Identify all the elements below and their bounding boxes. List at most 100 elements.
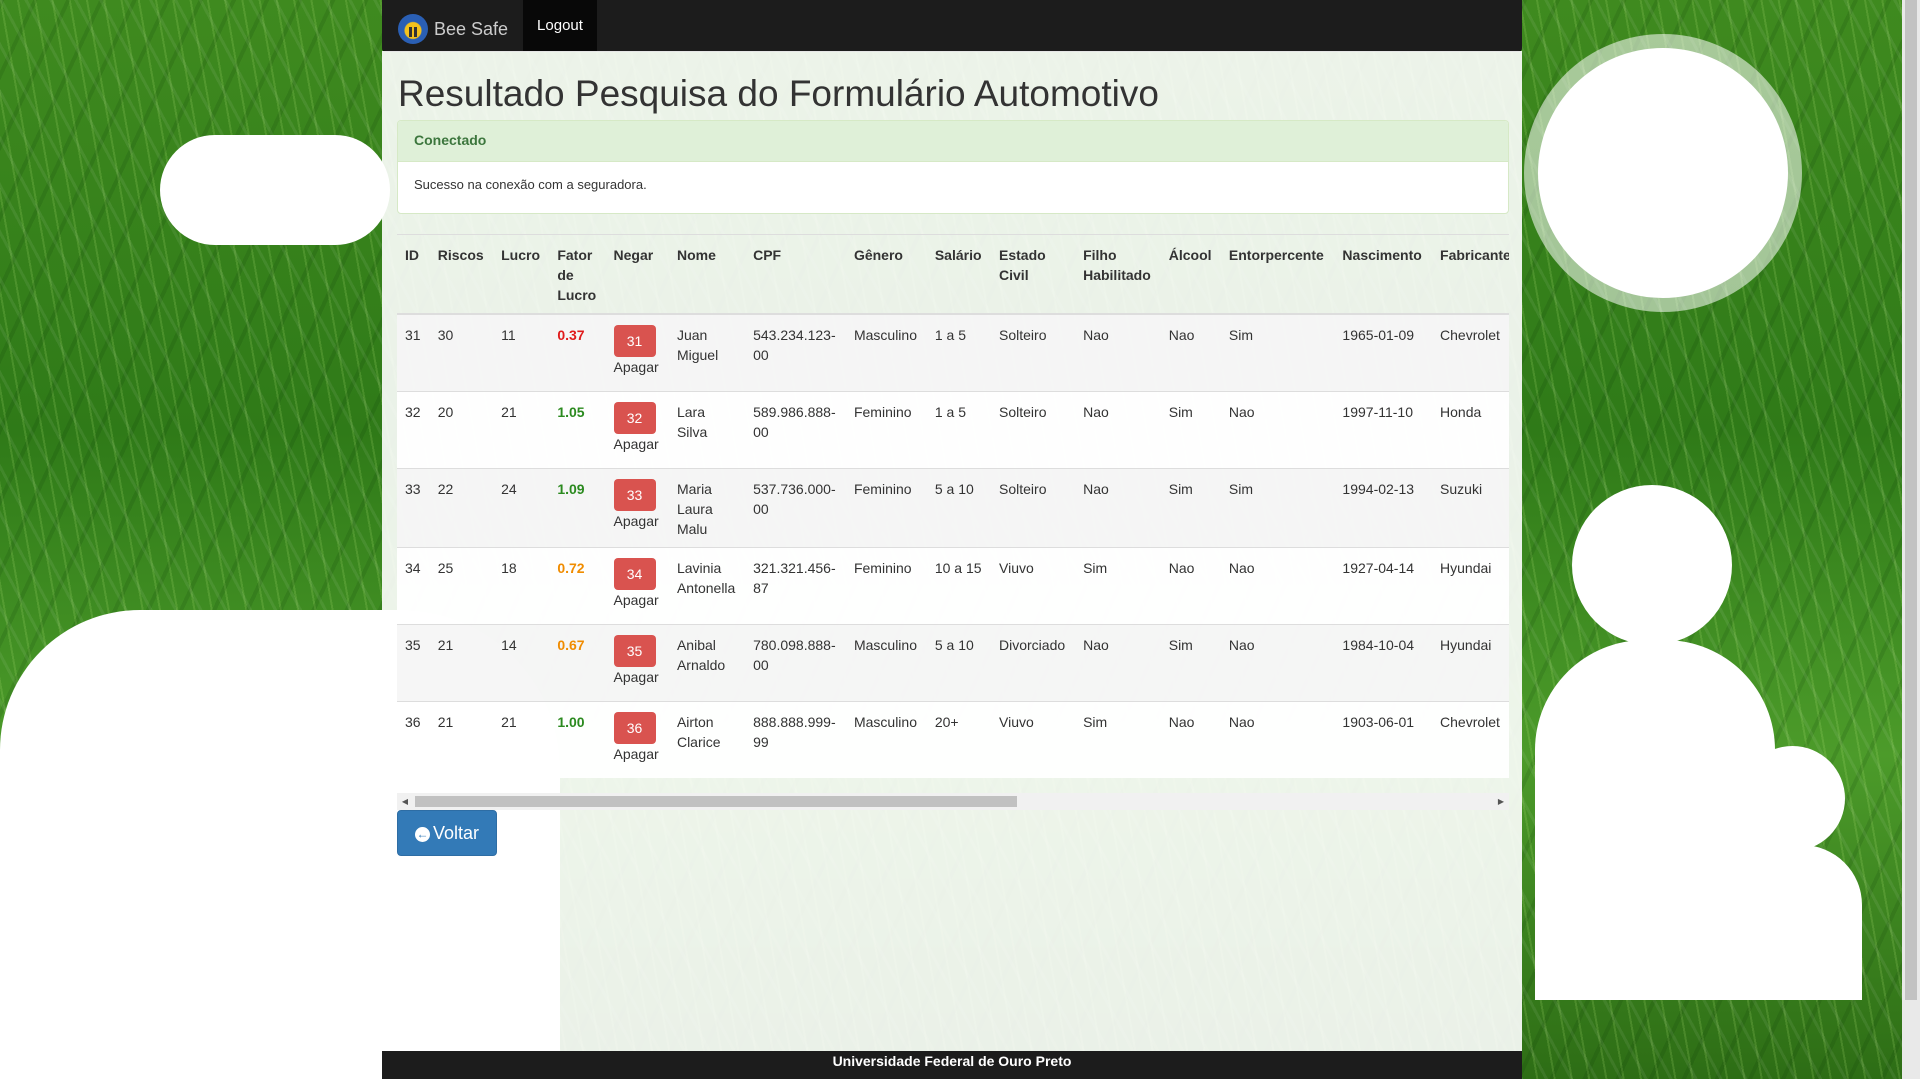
cell-filho: Nao (1075, 467, 1161, 547)
cell-fator: 1.09 (549, 467, 606, 547)
cell-id: 35 (397, 623, 430, 701)
cell-alcool: Sim (1160, 623, 1221, 701)
negar-button[interactable]: 36 (613, 711, 656, 744)
cell-riscos: 21 (429, 623, 494, 701)
scroll-right-arrow-icon[interactable]: ▶ (1493, 793, 1509, 810)
cell-salario: 5 a 10 (926, 623, 992, 701)
negar-button[interactable]: 34 (613, 557, 656, 590)
cell-genero: Masculino (845, 623, 927, 701)
table-horizontal-scrollbar-thumb[interactable] (415, 796, 1017, 807)
cell-entorpercente: Sim (1220, 467, 1335, 547)
cell-fabricante: Hyundai (1432, 623, 1509, 701)
cell-estado-civil: Viuvo (991, 546, 1076, 624)
cell-cpf: 780.098.888-00 (745, 623, 846, 701)
column-header: Fator de Lucro (549, 234, 606, 315)
cloud-shape (160, 135, 390, 245)
cell-filho: Sim (1075, 700, 1161, 778)
cell-nome: Anibal Arnaldo (668, 623, 746, 701)
connection-panel-heading: Conectado (398, 121, 1508, 162)
cell-negar: 34 Apagar (605, 546, 669, 624)
sun-shape (1538, 48, 1788, 298)
table-horizontal-scrollbar[interactable]: ◀ ▶ (397, 793, 1509, 810)
cell-fabricante: Honda (1432, 390, 1509, 468)
cell-negar: 35 Apagar (605, 623, 669, 701)
cell-cpf: 543.234.123-00 (745, 313, 846, 391)
cell-lucro: 21 (493, 390, 550, 468)
cell-lucro: 24 (493, 467, 550, 547)
column-header: Salário (926, 234, 992, 315)
cell-id: 33 (397, 467, 430, 547)
cell-nome: Lavinia Antonella (668, 546, 746, 624)
cell-fator: 0.72 (549, 546, 606, 624)
cell-fabricante: Chevrolet (1432, 700, 1509, 778)
voltar-button[interactable]: ← Voltar (397, 810, 497, 856)
family-silhouette-child-head (1740, 746, 1845, 851)
cell-genero: Masculino (845, 700, 927, 778)
page-vertical-scrollbar-thumb[interactable] (1905, 0, 1917, 1000)
table-row: 31 30 11 0.37 31 Apagar Juan Miguel 543.234.123… (397, 313, 1509, 391)
cell-fator: 0.67 (549, 623, 606, 701)
apagar-label: Apagar (613, 668, 659, 685)
results-table: ID Riscos Lucro Fator de Lucro Negar Nome CPF G… (397, 234, 1509, 778)
negar-button[interactable]: 35 (613, 634, 656, 667)
cell-negar: 36 Apagar (605, 700, 669, 778)
cell-negar: 33 Apagar (605, 467, 669, 547)
cell-entorpercente: Nao (1220, 390, 1335, 468)
cell-genero: Feminino (845, 467, 927, 547)
cell-cpf: 321.321.456-87 (745, 546, 846, 624)
logout-link[interactable]: Logout (523, 0, 597, 51)
cell-entorpercente: Nao (1220, 623, 1335, 701)
apagar-label: Apagar (613, 359, 659, 375)
cell-nascimento: 1965-01-09 (1334, 313, 1433, 391)
cell-nascimento: 1997-11-10 (1334, 390, 1433, 468)
negar-button[interactable]: 32 (613, 401, 656, 434)
apagar-label: Apagar (613, 512, 659, 529)
column-header: Nascimento (1334, 234, 1433, 315)
cell-fator: 1.00 (549, 700, 606, 778)
table-row: 33 22 24 1.09 33 Apagar Maria Laura Malu 537.73… (397, 467, 1509, 547)
cell-entorpercente: Nao (1220, 546, 1335, 624)
column-header: Fabricante (1432, 234, 1509, 315)
cell-riscos: 21 (429, 700, 494, 778)
cell-lucro: 21 (493, 700, 550, 778)
connection-panel: Conectado Sucesso na conexão com a segur… (397, 120, 1509, 214)
column-header: CPF (745, 234, 846, 315)
results-table-container: ID Riscos Lucro Fator de Lucro Negar Nome CPF G… (397, 234, 1509, 810)
cell-alcool: Sim (1160, 390, 1221, 468)
column-header: Nome (668, 234, 746, 315)
cell-nome: Airton Clarice (668, 700, 746, 778)
column-header: Filho Habilitado (1075, 234, 1161, 315)
column-header: Negar (605, 234, 669, 315)
brand[interactable]: Bee Safe (398, 14, 508, 44)
cell-id: 36 (397, 700, 430, 778)
scroll-left-arrow-icon[interactable]: ◀ (397, 793, 413, 810)
table-body: 31 30 11 0.37 31 Apagar Juan Miguel 543.234.123… (397, 313, 1509, 778)
cell-id: 31 (397, 313, 430, 391)
column-header: Estado Civil (991, 234, 1076, 315)
cell-lucro: 11 (493, 313, 550, 391)
negar-button[interactable]: 31 (613, 325, 656, 357)
cell-nome: Maria Laura Malu (668, 467, 746, 547)
brand-label: Bee Safe (434, 18, 509, 39)
cell-riscos: 25 (429, 546, 494, 624)
cell-fabricante: Chevrolet (1432, 313, 1509, 391)
cell-filho: Sim (1075, 546, 1161, 624)
page-vertical-scrollbar[interactable] (1902, 0, 1920, 1079)
negar-button[interactable]: 33 (613, 478, 656, 511)
cell-genero: Feminino (845, 546, 927, 624)
cell-fator: 0.37 (549, 313, 606, 391)
main-panel: Resultado Pesquisa do Formulário Automot… (382, 51, 1522, 1051)
apagar-label: Apagar (613, 435, 659, 452)
table-row: 35 21 14 0.67 35 Apagar Anibal Arnaldo 780.098.… (397, 623, 1509, 701)
top-navbar: Bee Safe Logout (382, 0, 1522, 52)
cell-negar: 32 Apagar (605, 390, 669, 468)
cell-riscos: 20 (429, 390, 494, 468)
cell-nascimento: 1927-04-14 (1334, 546, 1433, 624)
cell-fabricante: Hyundai (1432, 546, 1509, 624)
cell-salario: 5 a 10 (926, 467, 992, 547)
cell-fator: 1.05 (549, 390, 606, 468)
cell-alcool: Nao (1160, 700, 1221, 778)
table-row: 36 21 21 1.00 36 Apagar Airton Clarice 888.888.… (397, 700, 1509, 778)
cell-filho: Nao (1075, 390, 1161, 468)
apagar-label: Apagar (613, 591, 659, 608)
